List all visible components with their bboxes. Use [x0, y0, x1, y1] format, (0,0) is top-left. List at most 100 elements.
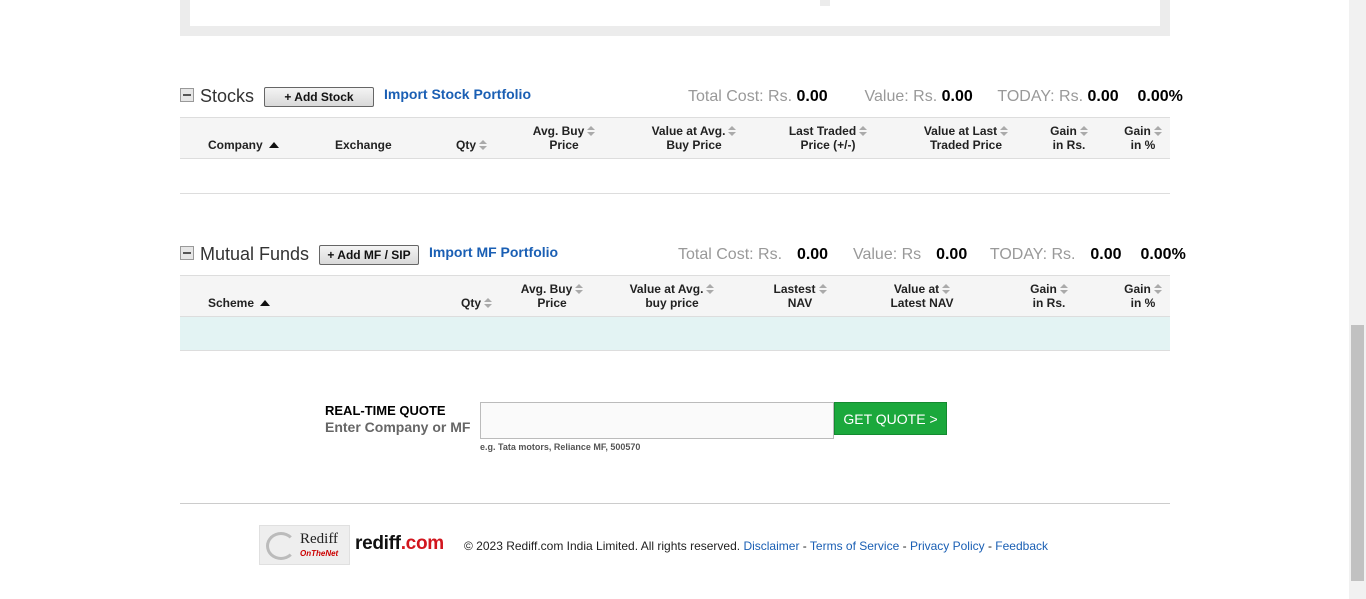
col-gain-pct-label-2: in % [1130, 138, 1156, 152]
mf-total-cost-label: Total Cost: Rs. [678, 246, 783, 263]
quote-search-input[interactable] [480, 402, 834, 439]
quote-subtitle: Enter Company or MF [325, 419, 471, 435]
col-mf-gain-pct-label-2: in % [1130, 296, 1156, 310]
stocks-collapse-icon[interactable] [180, 88, 194, 102]
col-value-last-label-2: Traded Price [929, 138, 1003, 152]
col-company[interactable]: Company [208, 138, 279, 152]
sort-icon [484, 297, 493, 310]
col-mf-qty-label: Qty [461, 296, 482, 310]
sort-icon [479, 139, 488, 152]
sort-icon [818, 283, 827, 296]
mf-today-pct: 0.00% [1140, 246, 1186, 263]
col-scheme-label: Scheme [208, 296, 255, 310]
sort-icon [587, 125, 596, 138]
mf-value-value: 0.00 [936, 246, 968, 263]
col-value-last-label: Value at Last [923, 124, 998, 138]
col-last-traded[interactable]: Last Traded Price (+/-) [784, 124, 872, 152]
mf-collapse-icon[interactable] [180, 246, 194, 260]
col-company-label: Company [208, 138, 263, 152]
rediff-swirl-icon [266, 532, 296, 560]
rediff-onthenet-logo[interactable]: Rediff OnTheNet [259, 525, 350, 565]
footer-separator: - [799, 539, 810, 553]
copyright-text: © 2023 Rediff.com India Limited. All rig… [464, 539, 741, 553]
col-exchange[interactable]: Exchange [335, 138, 392, 152]
col-mf-gain-pct-label: Gain [1124, 282, 1151, 296]
stocks-value-label: Value: Rs. [864, 88, 938, 105]
import-stock-portfolio-link[interactable]: Import Stock Portfolio [384, 86, 531, 102]
brand-rediff: rediff [355, 533, 401, 554]
privacy-policy-link[interactable]: Privacy Policy [910, 539, 985, 553]
footer-separator: - [899, 539, 910, 553]
stocks-today-pct: 0.00% [1137, 88, 1183, 105]
stocks-section-header: Stocks + Add Stock Import Stock Portfoli… [180, 86, 1183, 112]
footer-divider [180, 503, 1170, 504]
col-value-avg[interactable]: Value at Avg. Buy Price [646, 124, 742, 152]
stocks-today-value: 0.00 [1087, 88, 1119, 105]
stocks-empty-row [180, 159, 1170, 194]
col-avg-buy-label: Avg. Buy [532, 124, 585, 138]
col-mf-nav-label: Lastest [773, 282, 816, 296]
terms-of-service-link[interactable]: Terms of Service [810, 539, 899, 553]
brand-com: .com [400, 533, 444, 554]
col-gain-rs[interactable]: Gain in Rs. [1046, 124, 1092, 152]
col-mf-avg-buy[interactable]: Avg. Buy Price [516, 282, 588, 310]
add-mf-button[interactable]: + Add MF / SIP [319, 245, 419, 265]
col-mf-value-nav-label-2: Latest NAV [890, 296, 954, 310]
sort-icon [706, 283, 715, 296]
sort-icon [1000, 125, 1009, 138]
stocks-total-cost-label: Total Cost: Rs. [688, 88, 793, 105]
rediff-com-logo[interactable]: rediff.com [355, 533, 444, 555]
stocks-today-label: TODAY: Rs. [997, 88, 1084, 105]
col-gain-pct[interactable]: Gain in % [1120, 124, 1166, 152]
col-avg-buy[interactable]: Avg. Buy Price [528, 124, 600, 152]
footer-copyright: © 2023 Rediff.com India Limited. All rig… [464, 539, 1048, 553]
import-mf-portfolio-link[interactable]: Import MF Portfolio [429, 244, 558, 260]
get-quote-button[interactable]: GET QUOTE > [834, 402, 947, 435]
logo-onthenet-text: OnTheNet [300, 549, 339, 558]
mf-table-header: Scheme Qty Avg. Buy Price Value at Avg. … [180, 275, 1170, 317]
stocks-total-cost-value: 0.00 [796, 88, 828, 105]
col-value-last[interactable]: Value at Last Traded Price [920, 124, 1012, 152]
col-mf-avg-buy-label-2: Price [537, 296, 567, 310]
mf-section-header: Mutual Funds + Add MF / SIP Import MF Po… [180, 244, 1186, 270]
vertical-scrollbar[interactable] [1349, 0, 1366, 599]
col-mf-gain-pct[interactable]: Gain in % [1120, 282, 1166, 310]
col-mf-value-nav-label: Value at [893, 282, 940, 296]
mf-empty-row [180, 317, 1170, 351]
sort-asc-icon [268, 141, 279, 148]
mf-value-label: Value: Rs [852, 246, 922, 263]
col-mf-value-avg-label: Value at Avg. [629, 282, 704, 296]
col-mf-value-avg[interactable]: Value at Avg. buy price [624, 282, 720, 310]
footer-separator: - [984, 539, 996, 553]
col-value-avg-label-2: Buy Price [666, 138, 722, 152]
scrollbar-thumb[interactable] [1351, 325, 1364, 581]
mf-summary: Total Cost: Rs. 0.00 Value: Rs 0.00 TODA… [678, 246, 1186, 264]
col-mf-qty[interactable]: Qty [461, 296, 493, 310]
col-mf-avg-buy-label: Avg. Buy [520, 282, 573, 296]
col-qty-label: Qty [456, 138, 477, 152]
col-gain-rs-label: Gain [1050, 124, 1077, 138]
col-mf-value-avg-label-2: buy price [645, 296, 699, 310]
col-last-traded-label: Last Traded [788, 124, 857, 138]
quote-title: REAL-TIME QUOTE [325, 403, 446, 418]
col-scheme[interactable]: Scheme [208, 296, 271, 310]
sort-icon [575, 283, 584, 296]
disclaimer-link[interactable]: Disclaimer [743, 539, 799, 553]
col-mf-gain-rs[interactable]: Gain in Rs. [1026, 282, 1072, 310]
stocks-value-value: 0.00 [941, 88, 973, 105]
mf-total-cost-value: 0.00 [796, 246, 829, 263]
col-mf-gain-rs-label-2: in Rs. [1032, 296, 1066, 310]
col-mf-nav-label-2: NAV [787, 296, 813, 310]
col-mf-nav[interactable]: Lastest NAV [770, 282, 830, 310]
sort-icon [1059, 283, 1068, 296]
add-stock-button[interactable]: + Add Stock [264, 87, 374, 107]
quote-example-hint: e.g. Tata motors, Reliance MF, 500570 [480, 442, 641, 452]
mf-today-value: 0.00 [1090, 246, 1122, 263]
previous-panel-body [190, 0, 1160, 26]
feedback-link[interactable]: Feedback [995, 539, 1048, 553]
sort-icon [942, 283, 951, 296]
col-gain-rs-label-2: in Rs. [1052, 138, 1086, 152]
col-mf-value-nav[interactable]: Value at Latest NAV [880, 282, 964, 310]
stocks-title: Stocks [200, 86, 255, 106]
col-qty[interactable]: Qty [456, 138, 488, 152]
